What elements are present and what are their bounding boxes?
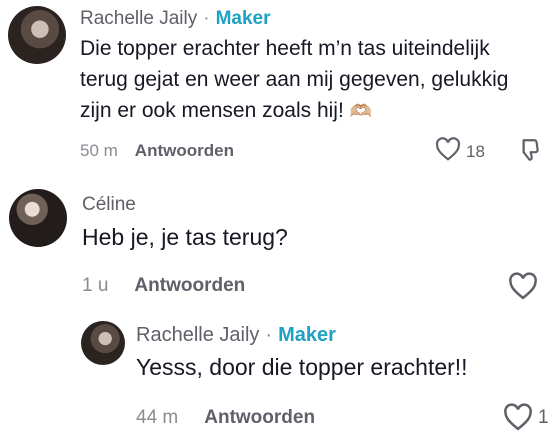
avatar[interactable] — [8, 6, 66, 64]
comment-text: Heb je, je tas terug? — [82, 222, 522, 253]
maker-badge: Maker — [215, 8, 271, 29]
heart-outline-icon[interactable] — [503, 403, 533, 436]
like-count: 1 — [538, 407, 549, 428]
heart-outline-icon[interactable] — [435, 137, 461, 166]
avatar[interactable] — [81, 321, 125, 365]
maker-badge: Maker — [278, 324, 336, 346]
comment-text: Yesss, door die topper erachter!! — [136, 352, 546, 383]
comment-text: Die topper erachter heeft m’n tas uitein… — [80, 33, 540, 127]
comment-meta: Rachelle Jaily · Maker — [136, 324, 336, 347]
comment-time: 1 u — [82, 275, 109, 296]
comment-time: 50 m — [80, 141, 118, 160]
comment-actions: 50 m Antwoorden — [80, 141, 234, 161]
reply-button[interactable]: Antwoorden — [204, 407, 315, 429]
reply-button[interactable]: Antwoorden — [135, 141, 234, 161]
separator-dot: · — [265, 324, 273, 346]
comment-meta: Rachelle Jaily · Maker — [80, 8, 270, 30]
comment-actions: 1 u Antwoorden — [82, 275, 245, 297]
separator-dot: · — [203, 8, 210, 29]
author-name[interactable]: Céline — [82, 194, 136, 216]
reply-button[interactable]: Antwoorden — [134, 275, 245, 297]
comment-body: Yesss, door die topper erachter!! — [136, 354, 468, 380]
thumbs-down-outline-icon[interactable] — [516, 137, 542, 168]
heart-outline-icon[interactable] — [508, 272, 538, 305]
comment-time: 44 m — [136, 407, 179, 428]
comment-actions: 44 m Antwoorden — [136, 407, 315, 429]
like-count: 18 — [466, 142, 485, 161]
author-name[interactable]: Rachelle Jaily — [136, 324, 259, 347]
heart-hands-emoji: 🫶🏼 — [349, 101, 373, 121]
comment-body: Die topper erachter heeft m’n tas uitein… — [80, 37, 509, 122]
comment-meta: Céline — [82, 194, 136, 216]
author-name[interactable]: Rachelle Jaily — [80, 8, 197, 30]
avatar[interactable] — [9, 189, 67, 247]
comment-body: Heb je, je tas terug? — [82, 224, 288, 250]
